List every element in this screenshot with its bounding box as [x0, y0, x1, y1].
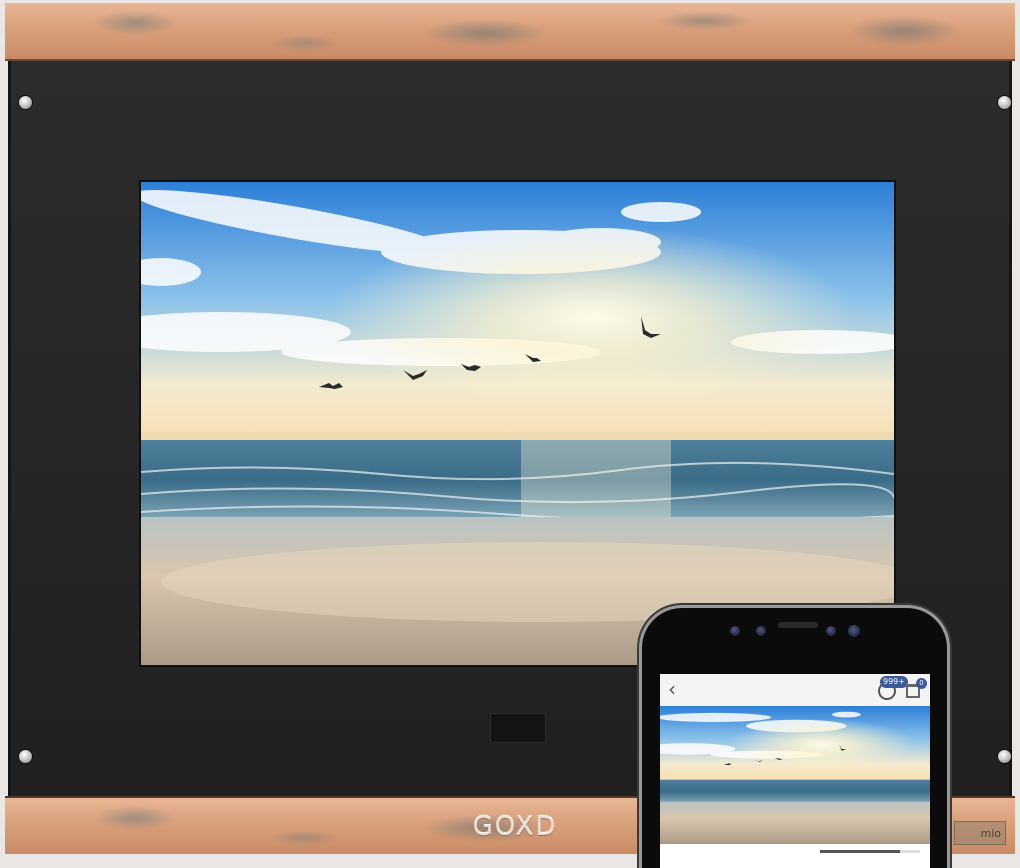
chevron-left-icon[interactable]: ‹ [668, 678, 676, 700]
corner-stamp: mio [954, 821, 1006, 845]
app-photo-preview[interactable] [660, 706, 930, 844]
phone-screen: ‹ 999+ 0 [660, 674, 930, 868]
frame-photo [141, 182, 894, 665]
cart-badge: 0 [916, 678, 927, 689]
app-photo-image [660, 706, 930, 844]
phone-sensor-dot [826, 626, 836, 636]
screw-top-right [998, 96, 1011, 109]
screw-top-left [19, 96, 32, 109]
screw-bottom-right [998, 750, 1011, 763]
phone-camera-left [730, 626, 740, 636]
screw-bottom-left [19, 750, 32, 763]
phone-front-camera [848, 625, 860, 637]
phone-camera-right [756, 626, 766, 636]
phone-device: ‹ 999+ 0 [642, 608, 947, 868]
beach-photo-image [141, 182, 894, 665]
phone-speaker [778, 622, 818, 628]
rating-badge: 999+ [880, 676, 908, 688]
frame-top-rail [5, 3, 1015, 61]
app-top-bar: ‹ 999+ 0 [660, 674, 930, 706]
brand-logo: GOXD [472, 812, 558, 842]
frame-motion-sensor [490, 713, 546, 743]
